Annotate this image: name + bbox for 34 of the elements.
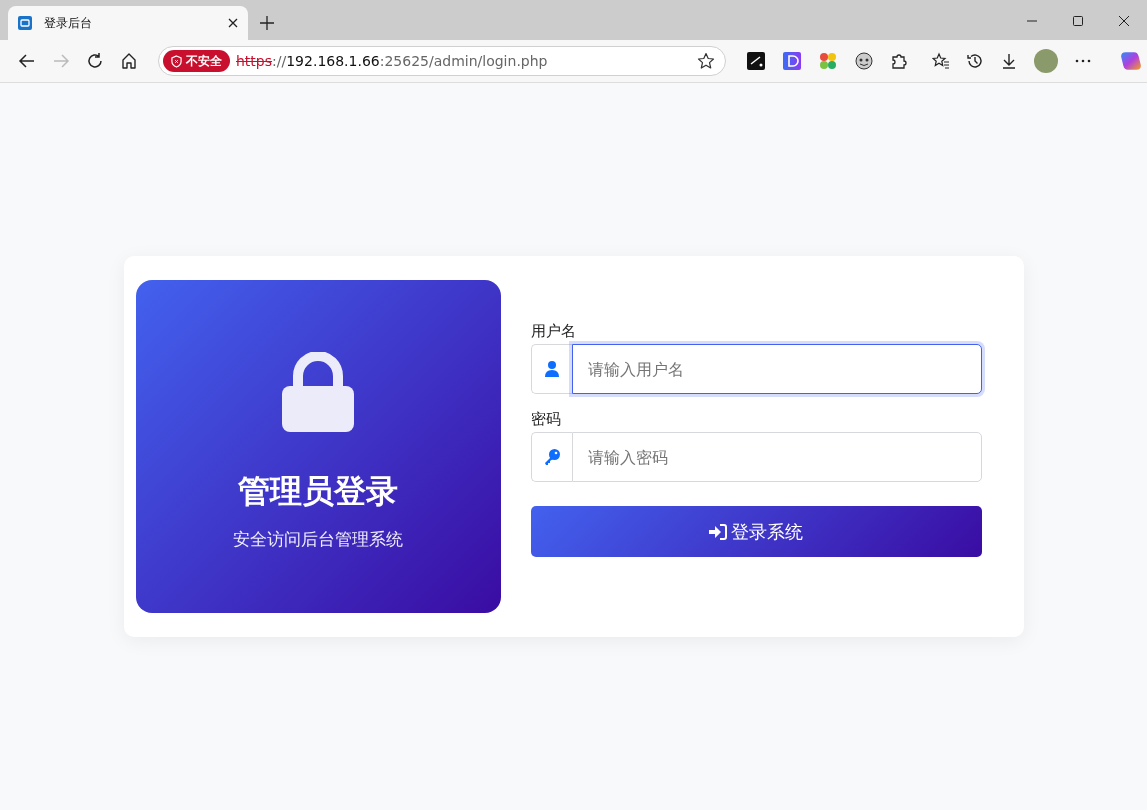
field-label: 用户名: [530, 322, 577, 341]
close-window-icon[interactable]: [1119, 16, 1129, 26]
reload-icon[interactable]: [86, 52, 104, 70]
shield-icon: [171, 54, 182, 68]
hero-title: 管理员登录: [238, 471, 398, 512]
hero-subtitle: 安全访问后台管理系统: [233, 528, 403, 551]
url-text: https://192.168.1.66:25625/admin/login.php: [236, 53, 549, 69]
login-button[interactable]: 登录系统: [530, 506, 982, 557]
not-secure-badge[interactable]: 不安全: [163, 50, 230, 72]
copilot-icon[interactable]: [1120, 50, 1142, 72]
extensions-puzzle-icon[interactable]: [890, 52, 908, 70]
colorful-dots-icon[interactable]: [819, 52, 837, 70]
field-label: 密码: [530, 410, 562, 429]
history-icon[interactable]: [966, 52, 984, 70]
favorites-icon[interactable]: [932, 52, 950, 70]
sign-in-icon: [709, 523, 727, 540]
tab-title: 登录后台: [44, 14, 93, 32]
favorite-star-icon[interactable]: [697, 52, 715, 70]
maximize-icon[interactable]: [1073, 16, 1083, 26]
address-bar[interactable]: 不安全 https://192.168.1.66:25625/admin/login.php: [158, 46, 726, 76]
extension-icon[interactable]: [783, 52, 801, 70]
new-tab-icon[interactable]: [260, 16, 274, 30]
lock-icon: [282, 352, 354, 432]
close-tab-icon[interactable]: [228, 18, 238, 28]
key-icon: [543, 449, 560, 465]
download-icon[interactable]: [1000, 52, 1018, 70]
profile-avatar[interactable]: [1034, 49, 1058, 73]
badge-label: 不安全: [186, 52, 222, 70]
input-field[interactable]: 请输入用户名: [571, 344, 982, 394]
browser-tab[interactable]: 登录后台: [8, 6, 248, 40]
site-icon: [18, 16, 32, 30]
user-icon: [543, 361, 560, 377]
home-icon[interactable]: [120, 52, 138, 70]
back-icon[interactable]: [18, 52, 36, 70]
